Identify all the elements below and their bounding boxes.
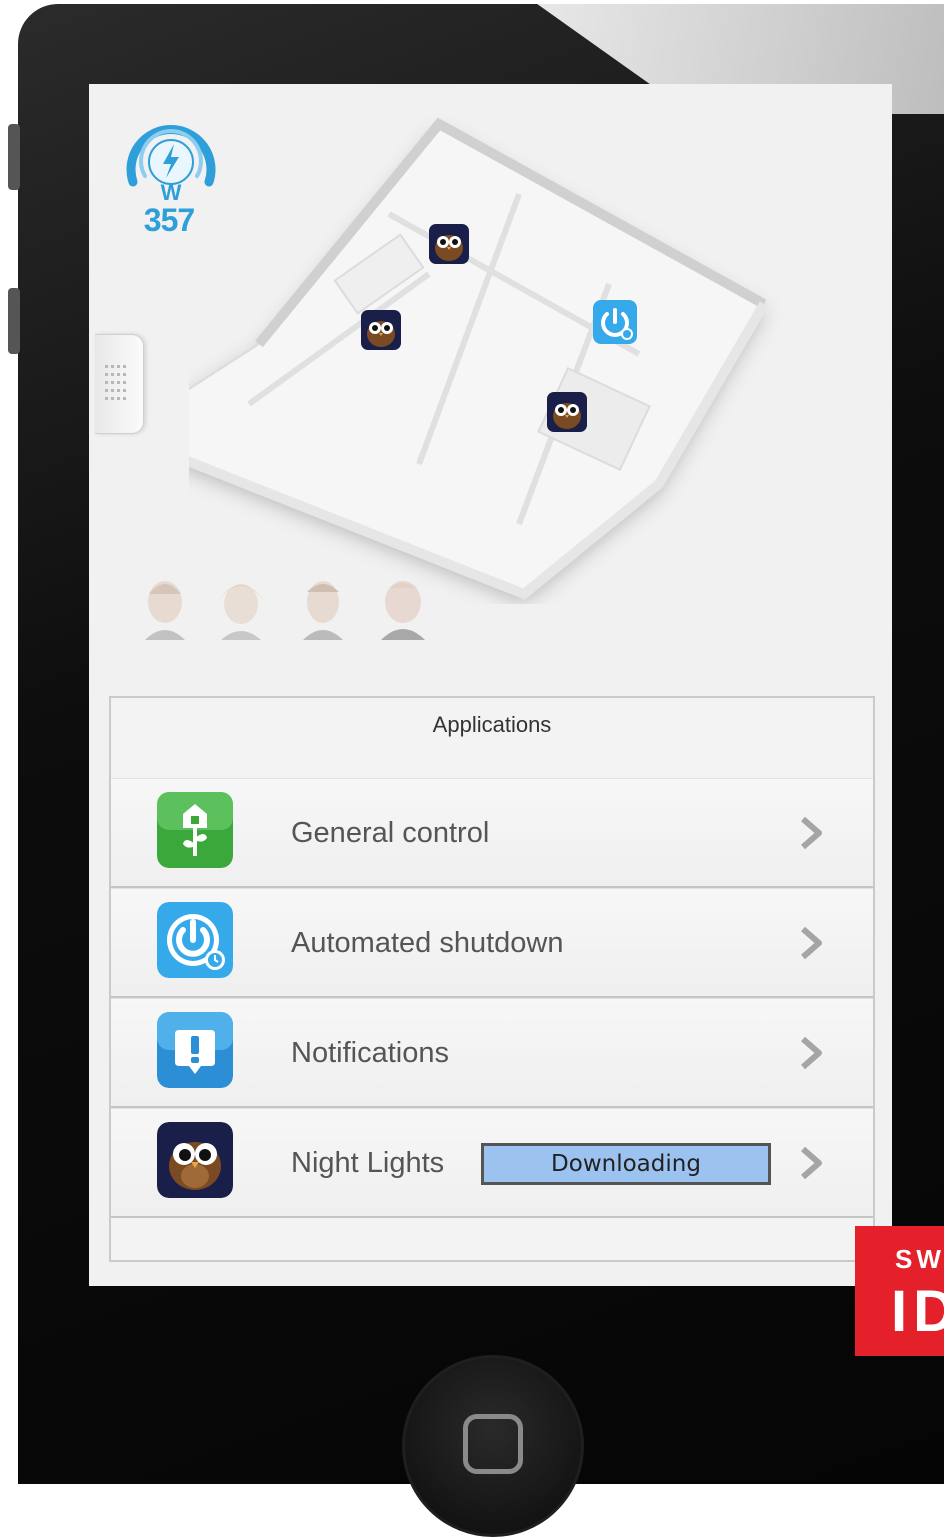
chevron-right-icon [801,926,822,960]
app-label-general-control: General control [291,817,490,849]
app-row-general-control[interactable]: General control [111,778,873,888]
power-timer-icon [157,902,233,978]
user-avatar-1[interactable] [137,574,193,640]
chevron-right-icon [801,1146,822,1180]
automated-shutdown-marker[interactable] [593,300,637,344]
app-row-night-lights[interactable]: Night Lights Downloading [111,1108,873,1218]
app-icon-night-lights [157,1122,233,1198]
owl-icon [157,1122,233,1198]
night-lights-marker[interactable] [547,392,587,432]
app-icon-general-control [157,792,233,868]
brand-logo: SW ID [855,1226,944,1356]
app-row-automated-shutdown[interactable]: Automated shutdown [111,888,873,998]
app-icon-automated-shutdown [157,902,233,978]
app-row-notifications[interactable]: Notifications [111,998,873,1108]
applications-panel: Applications General control Automated s… [109,696,875,1262]
user-avatar-2[interactable] [213,574,269,640]
volume-up-button[interactable] [8,124,20,190]
owl-icon [361,310,401,350]
home-button[interactable] [402,1355,584,1537]
applications-title: Applications [432,712,552,737]
app-screen: W 357 Applications General control Autom… [89,84,892,1286]
floor-plan[interactable] [189,104,809,604]
night-lights-marker[interactable] [361,310,401,350]
drawer-handle[interactable] [95,334,144,434]
home-square-icon [463,1414,523,1474]
night-lights-marker[interactable] [429,224,469,264]
logo-text-bottom: ID [891,1279,944,1344]
app-icon-notifications [157,1012,233,1088]
app-label-automated-shutdown: Automated shutdown [291,927,564,959]
download-status-badge: Downloading [481,1143,771,1185]
owl-icon [547,392,587,432]
user-avatar-3[interactable] [295,574,351,640]
house-flower-icon [157,792,233,868]
volume-down-button[interactable] [8,288,20,354]
chevron-right-icon [801,1036,822,1070]
app-label-notifications: Notifications [291,1037,449,1069]
owl-icon [429,224,469,264]
user-avatar-4[interactable] [375,574,431,640]
exclamation-bubble-icon [157,1012,233,1088]
app-label-night-lights: Night Lights [291,1147,445,1179]
grip-dots-icon [105,365,126,400]
power-timer-icon [593,300,637,344]
chevron-right-icon [801,816,822,850]
logo-text-top: SW [895,1244,944,1274]
